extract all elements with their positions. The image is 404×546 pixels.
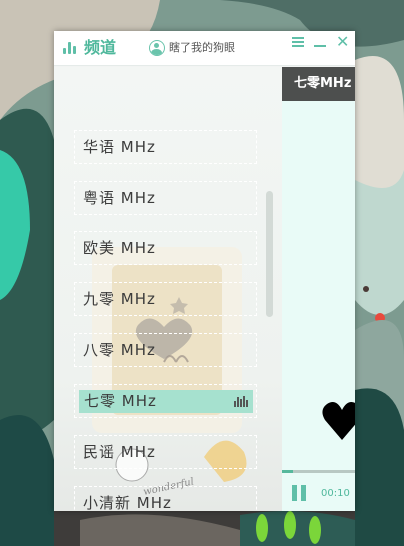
progress-bar[interactable] [282,470,355,473]
channel-item-yueyu[interactable]: 粤语 MHz [74,181,257,215]
channel-item-baling[interactable]: 八零 MHz [74,333,257,367]
user-name[interactable]: 瞎了我的狗眼 [169,40,235,56]
now-playing-channel: 七零MHz [294,76,352,91]
minimize-icon[interactable] [314,36,328,50]
channel-label: 粤语 MHz [83,189,156,207]
now-playing-header: 七零MHz [282,67,355,101]
pause-button[interactable] [292,485,308,501]
channel-label: 华语 MHz [83,138,156,156]
channel-item-oumei[interactable]: 欧美 MHz [74,231,257,265]
channel-item-jiuling[interactable]: 九零 MHz [74,282,257,316]
channel-label: 欧美 MHz [83,239,156,257]
elapsed-time: 00:10 [321,488,350,499]
channel-list-panel: wonderful 华语 MHz 粤语 MHz 欧美 MHz 九零 MHz 八零… [54,67,282,511]
user-avatar-icon[interactable] [149,40,165,56]
channel-label: 七零 MHz [84,392,157,410]
channel-item-xiaoqingxin[interactable]: 小清新 MHz [74,486,257,511]
now-playing-bars-icon [234,396,248,407]
channel-item-minyao[interactable]: 民谣 MHz [74,435,257,469]
channel-list-scrollbar[interactable] [266,191,273,317]
list-icon[interactable] [292,36,306,50]
app-title: 频道 [84,38,117,57]
channel-label: 民谣 MHz [83,443,156,461]
now-playing-panel: 七零MHz 00:10 [282,67,355,511]
channel-label: 八零 MHz [83,341,156,359]
title-bar: 频道 瞎了我的狗眼 ✕ [54,31,355,66]
channel-label: 九零 MHz [83,290,156,308]
equalizer-logo-icon [63,42,79,54]
radio-player-window: 频道 瞎了我的狗眼 ✕ wonderful 华语 MHz 粤语 MHz 欧美 M… [54,31,355,511]
close-icon[interactable]: ✕ [336,34,350,50]
background-illustration: wonderful [92,247,247,498]
channel-item-huayu[interactable]: 华语 MHz [74,130,257,164]
channel-item-qiling-active[interactable]: 七零 MHz [74,384,257,418]
progress-bar-fill [282,470,293,473]
heart-icon [322,402,355,440]
channel-label: 小清新 MHz [83,494,172,511]
